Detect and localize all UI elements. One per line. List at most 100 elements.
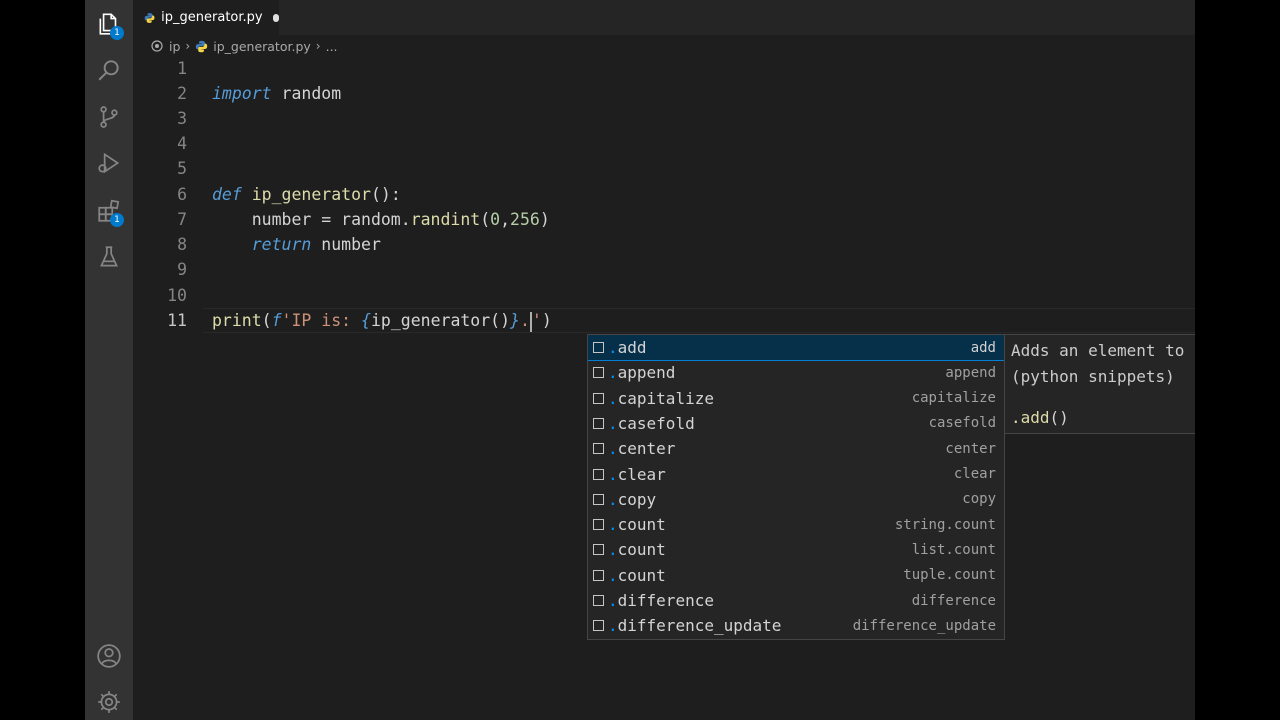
line-number: 8 [177,235,187,254]
python-file-icon [144,12,155,23]
python-file-icon [196,40,208,52]
tab-label: ip_generator.py [161,10,263,25]
chevron-right-icon: › [315,39,321,53]
flask-icon [100,246,118,267]
code-line: 5 [133,156,1195,181]
code-text: import random [212,84,342,103]
suggestion-detail: clear [953,466,996,482]
testing-button[interactable] [85,233,133,281]
run-debug-button[interactable] [85,139,133,187]
suggestion-label: .count [608,515,666,535]
run-debug-icon [98,152,120,174]
snippet-icon [593,519,604,531]
activity-bar: 1 1 [85,0,133,720]
extensions-badge: 1 [110,213,124,227]
suggestion-detail: list.count [911,541,996,558]
search-button[interactable] [85,46,133,94]
snippet-icon [593,392,604,404]
manage-button[interactable] [85,678,133,720]
suggestion-label: .count [608,540,666,560]
code-line: 11 print(f'IP is: {ip_generator()}. ') [133,308,1195,333]
code-line: 7 number = random.randint(0,256) [133,207,1195,232]
suggestion-detail: tuple.count [903,567,996,584]
suggestion-label: .clear [608,464,666,484]
suggestion-item[interactable]: .append append [588,360,1004,385]
tab-bar: ip_generator.py [133,0,1195,35]
breadcrumb-folder[interactable]: ip [151,39,180,54]
code-line: 8 return number [133,232,1195,257]
doc-signature: .add() [1011,408,1069,427]
breadcrumb-more[interactable]: ... [326,39,338,54]
suggestion-item[interactable]: .clear clear [588,462,1004,487]
suggestion-detail: copy [962,491,996,508]
suggestion-item[interactable]: .casefold casefold [588,411,1004,436]
editor-area: ip_generator.py ip › ip_generator.py › .… [133,0,1195,720]
snippet-icon [593,493,604,505]
snippet-icon [593,569,604,581]
suggest-widget: .add add .append append .capitalize capitaliz… [587,334,1005,640]
suggestion-item[interactable]: .capitalize capitalize [588,386,1004,411]
extensions-button[interactable]: 1 [85,187,133,235]
code-line: 9 [133,257,1195,282]
accounts-button[interactable] [85,632,133,680]
suggestion-item[interactable]: .difference difference [588,588,1004,613]
suggestion-detail: capitalize [911,390,996,407]
suggestion-detail: casefold [928,415,996,432]
tab-ip-generator[interactable]: ip_generator.py [133,0,279,35]
account-icon [97,644,121,668]
breadcrumb-file-label: ip_generator.py [213,38,311,54]
suggestion-label: .copy [608,489,657,509]
suggestion-item[interactable]: .count tuple.count [588,563,1004,588]
source-control-icon [100,106,118,128]
line-number: 9 [177,260,187,279]
suggestion-item[interactable]: .count string.count [588,512,1004,537]
breadcrumb-file[interactable]: ip_generator.py [195,39,311,54]
code-text: return number [212,235,381,254]
snippet-icon [593,342,604,353]
line-number: 4 [177,134,187,153]
suggestion-detail: string.count [894,516,996,533]
snippet-icon [593,367,604,379]
breadcrumb: ip › ip_generator.py › ... [133,35,1195,57]
suggestion-item[interactable]: .count list.count [588,537,1004,562]
snippet-icon [593,443,604,455]
explorer-badge: 1 [110,26,124,40]
suggestion-label: .difference_update [608,616,782,636]
suggestion-label: .casefold [608,413,695,433]
suggestion-detail: append [945,364,996,381]
line-number: 6 [177,185,187,204]
doc-description: Adds an element to the [1011,341,1195,360]
suggestion-label: .add [608,338,647,357]
line-number: 5 [177,159,187,178]
breadcrumb-folder-label: ip [169,38,181,54]
suggestion-item[interactable]: .copy copy [588,487,1004,512]
snippet-icon [593,595,604,606]
code-line: 10 [133,283,1195,308]
suggestion-label: .center [608,439,676,459]
source-control-button[interactable] [85,93,133,141]
suggestion-detail: difference [911,592,996,609]
suggest-details: Adds an element to the (python snippets)… [1005,334,1195,434]
suggestion-detail: add [970,339,996,356]
suggestion-item[interactable]: .add add [588,335,1004,361]
suggestion-item[interactable]: .center center [588,436,1004,461]
code-text: def ip_generator(): [212,185,401,204]
search-icon [98,60,119,81]
suggestion-detail: center [945,440,996,457]
vscode-window: 1 1 ip_generator.py ip › ip_generator.py… [85,0,1195,720]
snippet-icon [593,620,604,632]
code-line: 6 def ip_generator(): [133,182,1195,207]
explorer-button[interactable]: 1 [85,0,133,48]
folder-target-icon [151,40,163,52]
suggestion-label: .count [608,565,666,585]
code-line: 4 [133,131,1195,156]
suggestion-item[interactable]: .difference_update difference_update [588,613,1004,638]
chevron-right-icon: › [185,39,191,53]
line-number: 7 [177,210,187,229]
code-line: 3 [133,106,1195,131]
suggestion-label: .difference [608,591,714,610]
doc-source: (python snippets) [1011,367,1175,386]
gear-icon [98,691,120,713]
line-number: 11 [167,311,187,330]
unsaved-dot-icon[interactable] [272,13,279,22]
